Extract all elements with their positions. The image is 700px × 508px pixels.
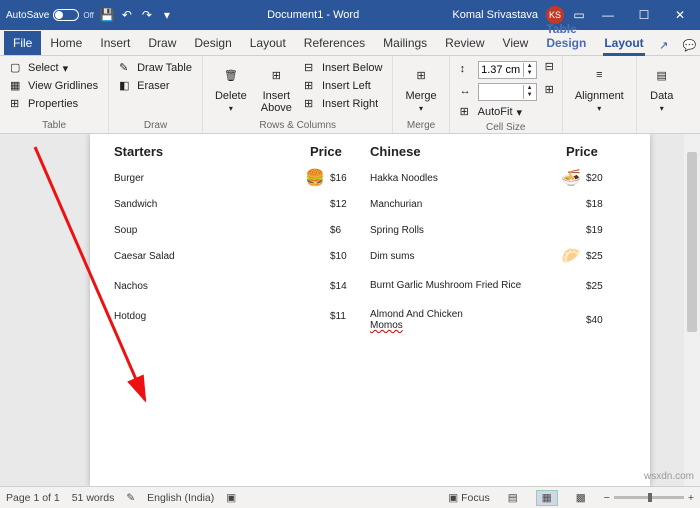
page[interactable]: StartersPrice Burger🍔$16 Sandwich$12 Sou…: [90, 134, 650, 486]
noodles-icon: 🍜: [560, 167, 582, 189]
burger-icon: 🍔: [304, 167, 326, 189]
alignment-button[interactable]: ≡Alignment▾: [571, 60, 628, 115]
group-alignment: ≡Alignment▾: [563, 56, 637, 133]
web-layout-icon[interactable]: ▩: [570, 490, 592, 506]
redo-icon[interactable]: ↷: [140, 8, 154, 22]
col-width-field[interactable]: ↔▲▼: [458, 82, 539, 102]
properties-button[interactable]: ⊞Properties: [8, 96, 100, 112]
insert-above-button[interactable]: ⊞Insert Above: [257, 60, 296, 116]
distribute-cols-icon[interactable]: ⊞: [545, 83, 554, 96]
group-data: ▤Data▾: [637, 56, 687, 133]
language[interactable]: English (India): [147, 492, 214, 504]
tab-view[interactable]: View: [494, 31, 538, 55]
col-price-right: Price: [566, 144, 626, 159]
draw-table-button[interactable]: ✎Draw Table: [117, 60, 194, 76]
tab-table-design[interactable]: Table Design: [537, 17, 595, 55]
undo-icon[interactable]: ↶: [120, 8, 134, 22]
autofit-button[interactable]: ⊞AutoFit ▾: [458, 104, 539, 120]
read-mode-icon[interactable]: ▤: [502, 490, 524, 506]
ribbon: ▢Select ▾ ▦View Gridlines ⊞Properties Ta…: [0, 56, 700, 134]
print-layout-icon[interactable]: ▦: [536, 490, 558, 506]
data-button[interactable]: ▤Data▾: [645, 60, 679, 115]
save-icon[interactable]: 💾: [100, 8, 114, 22]
page-indicator[interactable]: Page 1 of 1: [6, 492, 60, 504]
dimsum-icon: 🥟: [560, 245, 582, 267]
group-draw: ✎Draw Table ◧Eraser Draw: [109, 56, 203, 133]
col-starters: Starters: [114, 144, 310, 159]
status-bar: Page 1 of 1 51 words ✎ English (India) ▣…: [0, 486, 700, 508]
window-title: Document1 - Word: [174, 9, 453, 21]
select-button[interactable]: ▢Select ▾: [8, 60, 100, 76]
word-count[interactable]: 51 words: [72, 492, 115, 504]
zoom-control[interactable]: −+: [604, 492, 694, 504]
eraser-button[interactable]: ◧Eraser: [117, 78, 194, 94]
merge-button[interactable]: ⊞Merge▾: [401, 60, 440, 115]
tab-layout[interactable]: Layout: [241, 31, 295, 55]
tab-table-layout[interactable]: Layout: [595, 31, 652, 55]
share-icon[interactable]: ↗: [653, 35, 675, 55]
view-gridlines-button[interactable]: ▦View Gridlines: [8, 78, 100, 94]
qat-dropdown-icon[interactable]: ▾: [160, 8, 174, 22]
insert-left-button[interactable]: ⊞Insert Left: [302, 78, 385, 94]
insert-right-button[interactable]: ⊞Insert Right: [302, 96, 385, 112]
tab-review[interactable]: Review: [436, 31, 493, 55]
comments-icon[interactable]: 💬: [679, 35, 700, 55]
autosave-toggle[interactable]: AutoSave Off: [6, 9, 94, 21]
row-height-field[interactable]: ↕▲▼: [458, 60, 539, 80]
tab-insert[interactable]: Insert: [91, 31, 139, 55]
vertical-scrollbar[interactable]: [684, 134, 700, 486]
tab-file[interactable]: File: [4, 31, 41, 55]
document-area: StartersPrice Burger🍔$16 Sandwich$12 Sou…: [0, 134, 700, 486]
group-merge: ⊞Merge▾ Merge: [393, 56, 449, 133]
ribbon-tabs: File Home Insert Draw Design Layout Refe…: [0, 30, 700, 56]
user-name[interactable]: Komal Srivastava: [452, 9, 538, 21]
close-button[interactable]: ✕: [666, 8, 694, 22]
minimize-button[interactable]: —: [594, 8, 622, 22]
group-table: ▢Select ▾ ▦View Gridlines ⊞Properties Ta…: [0, 56, 109, 133]
spellcheck-icon[interactable]: ✎: [126, 492, 135, 504]
distribute-rows-icon[interactable]: ⊟: [545, 60, 554, 73]
col-price-left: Price: [310, 144, 370, 159]
focus-mode[interactable]: ▣ Focus: [448, 492, 489, 504]
tab-home[interactable]: Home: [41, 31, 91, 55]
group-cell-size: ↕▲▼ ↔▲▼ ⊞AutoFit ▾ ⊟ ⊞ Cell Size: [450, 56, 563, 133]
group-rows-columns: 🗑Delete▾ ⊞Insert Above ⊟Insert Below ⊞In…: [203, 56, 394, 133]
watermark: wsxdn.com: [644, 471, 694, 482]
tab-design[interactable]: Design: [185, 31, 240, 55]
col-chinese: Chinese: [370, 144, 566, 159]
maximize-button[interactable]: ☐: [630, 8, 658, 22]
accessibility-icon[interactable]: ▣: [226, 492, 236, 504]
insert-below-button[interactable]: ⊟Insert Below: [302, 60, 385, 76]
tab-draw[interactable]: Draw: [139, 31, 185, 55]
tab-references[interactable]: References: [295, 31, 374, 55]
tab-mailings[interactable]: Mailings: [374, 31, 436, 55]
delete-button[interactable]: 🗑Delete▾: [211, 60, 251, 115]
